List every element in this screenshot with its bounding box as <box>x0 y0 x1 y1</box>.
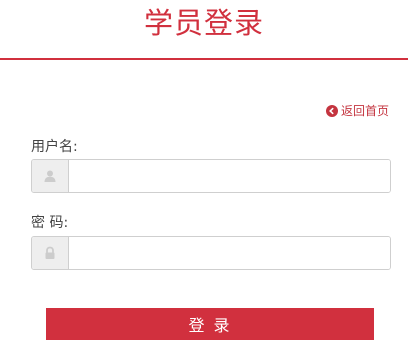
title-divider <box>0 58 408 60</box>
page-title: 学员登录 <box>143 6 264 40</box>
lock-icon <box>32 237 69 269</box>
password-input[interactable] <box>69 237 390 269</box>
login-button[interactable]: 登 录 <box>46 308 374 340</box>
password-field-group <box>31 236 391 270</box>
arrow-left-circle-icon <box>325 104 338 117</box>
login-page: 学员登录 返回首页 用户名: 密 码: 登 录 <box>0 0 408 353</box>
back-home-label: 返回首页 <box>340 104 389 118</box>
back-home-link[interactable]: 返回首页 <box>325 102 389 119</box>
user-icon <box>32 160 69 192</box>
password-label: 密 码: <box>31 215 69 231</box>
username-input[interactable] <box>69 160 390 192</box>
username-field-group <box>31 159 391 193</box>
username-label: 用户名: <box>31 139 78 155</box>
